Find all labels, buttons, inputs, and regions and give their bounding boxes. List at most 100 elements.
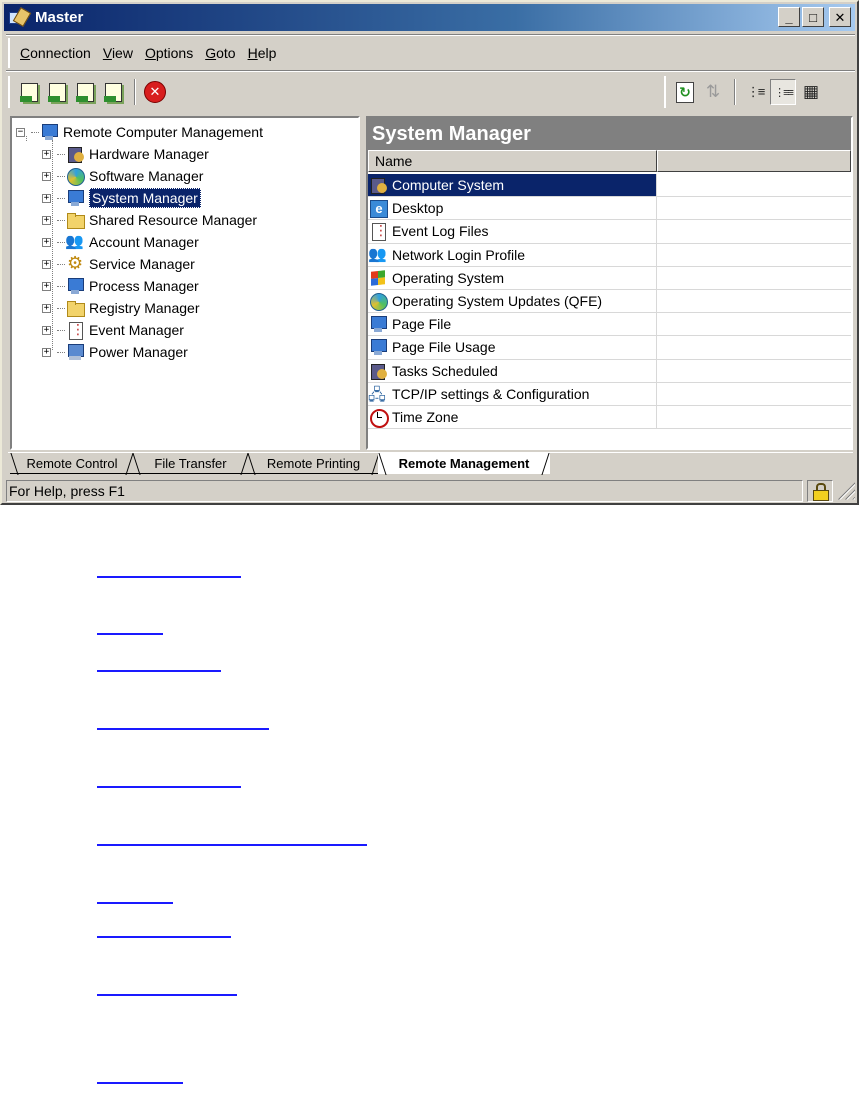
- tree-item[interactable]: + Registry Manager: [42, 297, 200, 319]
- list-row[interactable]: Computer System: [368, 174, 851, 198]
- monitor-icon: [65, 188, 85, 208]
- list-item-label: Page File Usage: [392, 339, 496, 356]
- menu-help[interactable]: Help: [248, 45, 277, 61]
- tab-label: File Transfer: [154, 455, 227, 471]
- list-row[interactable]: Operating System Updates (QFE): [368, 289, 851, 314]
- list-cell-empty: [657, 220, 851, 242]
- expand-icon[interactable]: +: [42, 193, 51, 203]
- list-view-icon[interactable]: [742, 79, 768, 105]
- list-row[interactable]: Operating System: [368, 266, 851, 290]
- grid-view-icon[interactable]: [798, 79, 824, 105]
- list-pane[interactable]: System Manager Name Computer System Deskt…: [366, 116, 853, 450]
- stop-icon[interactable]: [142, 79, 168, 105]
- link-underline[interactable]: [97, 844, 367, 846]
- tree-connector: [57, 307, 65, 309]
- expand-icon[interactable]: +: [42, 303, 51, 313]
- menu-options[interactable]: Options: [145, 45, 193, 61]
- computer-icon: [39, 122, 59, 142]
- expand-icon[interactable]: +: [42, 215, 51, 225]
- toolbar-left-group: [8, 76, 170, 108]
- close-button[interactable]: ✕: [829, 7, 851, 27]
- list-row[interactable]: Event Log Files: [368, 220, 851, 244]
- disc-icon: [368, 291, 388, 312]
- list-cell-name: Desktop: [368, 197, 657, 220]
- list-row[interactable]: Page File: [368, 313, 851, 337]
- link-underline[interactable]: [97, 728, 269, 730]
- chip-icon: [368, 175, 388, 195]
- chip-icon: [65, 144, 85, 164]
- expand-icon[interactable]: +: [42, 237, 51, 247]
- list-row[interactable]: Desktop: [368, 197, 851, 221]
- minimize-button[interactable]: _: [778, 7, 800, 27]
- log-icon: [65, 320, 85, 340]
- expand-icon[interactable]: +: [42, 171, 51, 181]
- list-body: Computer System Desktop Event Log Files Net…: [368, 174, 851, 430]
- refresh-icon[interactable]: [672, 79, 698, 105]
- desk-icon: [368, 198, 388, 219]
- tree-item[interactable]: + Shared Resource Manager: [42, 209, 257, 231]
- link-underline[interactable]: [97, 994, 237, 996]
- list-row[interactable]: Time Zone: [368, 405, 851, 430]
- expand-icon[interactable]: +: [42, 347, 51, 357]
- transfer-icon[interactable]: [44, 79, 70, 105]
- menu-goto[interactable]: Goto: [205, 45, 235, 61]
- tree-pane[interactable]: − Remote Computer Management + Hardware M…: [10, 116, 360, 450]
- log-icon: [368, 221, 388, 242]
- tree-item[interactable]: + Power Manager: [42, 341, 188, 363]
- detail-view-icon[interactable]: [770, 79, 796, 105]
- menu-connection[interactable]: Connection: [20, 45, 91, 61]
- list-row[interactable]: Tasks Scheduled: [368, 359, 851, 383]
- tree-item[interactable]: + Process Manager: [42, 275, 199, 297]
- link-underline[interactable]: [97, 1082, 183, 1084]
- list-cell-name: Operating System: [368, 266, 657, 289]
- connect-icon[interactable]: [16, 79, 42, 105]
- tree-item[interactable]: + Software Manager: [42, 165, 203, 187]
- tree-item-label-hardware-manager: Hardware Manager: [89, 146, 209, 162]
- column-header-name[interactable]: Name: [368, 150, 657, 172]
- tab-remote-printing[interactable]: Remote Printing: [247, 453, 380, 474]
- link-underline[interactable]: [97, 936, 231, 938]
- tree-item-label-registry-manager: Registry Manager: [89, 300, 200, 316]
- tree-item[interactable]: + System Manager: [42, 187, 201, 209]
- tab-remote-control[interactable]: Remote Control: [10, 453, 134, 474]
- link-underline[interactable]: [97, 633, 163, 635]
- link-underline[interactable]: [97, 670, 221, 672]
- list-row[interactable]: Network Login Profile: [368, 243, 851, 267]
- status-text: For Help, press F1: [6, 479, 803, 502]
- tree-connector: [57, 153, 65, 155]
- gear-icon: [65, 253, 85, 274]
- tab-remote-management[interactable]: Remote Management: [378, 453, 550, 474]
- collapse-icon[interactable]: −: [16, 127, 25, 137]
- manage-icon[interactable]: [100, 79, 126, 105]
- expand-icon[interactable]: +: [42, 325, 51, 335]
- link-underline[interactable]: [97, 576, 241, 578]
- link-underline[interactable]: [97, 902, 173, 904]
- list-row[interactable]: TCP/IP settings & Configuration: [368, 382, 851, 411]
- tree-item[interactable]: + Hardware Manager: [42, 143, 209, 165]
- print-icon[interactable]: [72, 79, 98, 105]
- list-cell-empty: [657, 244, 851, 266]
- app-icon[interactable]: [8, 8, 30, 28]
- tab-file-transfer[interactable]: File Transfer: [132, 453, 249, 474]
- list-item-label: TCP/IP settings & Configuration: [392, 385, 590, 402]
- expand-icon[interactable]: +: [42, 259, 51, 269]
- tree-item[interactable]: + Event Manager: [42, 319, 184, 341]
- list-item-label: Operating System: [392, 269, 505, 286]
- tree-root[interactable]: − Remote Computer Management: [16, 121, 263, 143]
- expand-icon[interactable]: +: [42, 149, 51, 159]
- tree-item[interactable]: + Service Manager: [42, 253, 195, 275]
- title-bar[interactable]: Master _ □ ✕: [4, 4, 855, 31]
- menu-bar: Connection View Options Goto Help: [8, 38, 288, 68]
- link-underline[interactable]: [97, 786, 241, 788]
- menu-view[interactable]: View: [103, 45, 133, 61]
- column-header-empty[interactable]: [657, 150, 851, 172]
- resize-grip[interactable]: [837, 481, 855, 500]
- tab-strip: Remote Control File Transfer Remote Printi…: [8, 452, 853, 476]
- maximize-button[interactable]: □: [802, 7, 824, 27]
- tree-item-label-power-manager: Power Manager: [89, 344, 188, 360]
- expand-icon[interactable]: +: [42, 281, 51, 291]
- tree-root-label: Remote Computer Management: [63, 124, 263, 140]
- tree-item[interactable]: + Account Manager: [42, 231, 199, 253]
- chip-icon: [368, 361, 388, 381]
- list-row[interactable]: Page File Usage: [368, 336, 851, 360]
